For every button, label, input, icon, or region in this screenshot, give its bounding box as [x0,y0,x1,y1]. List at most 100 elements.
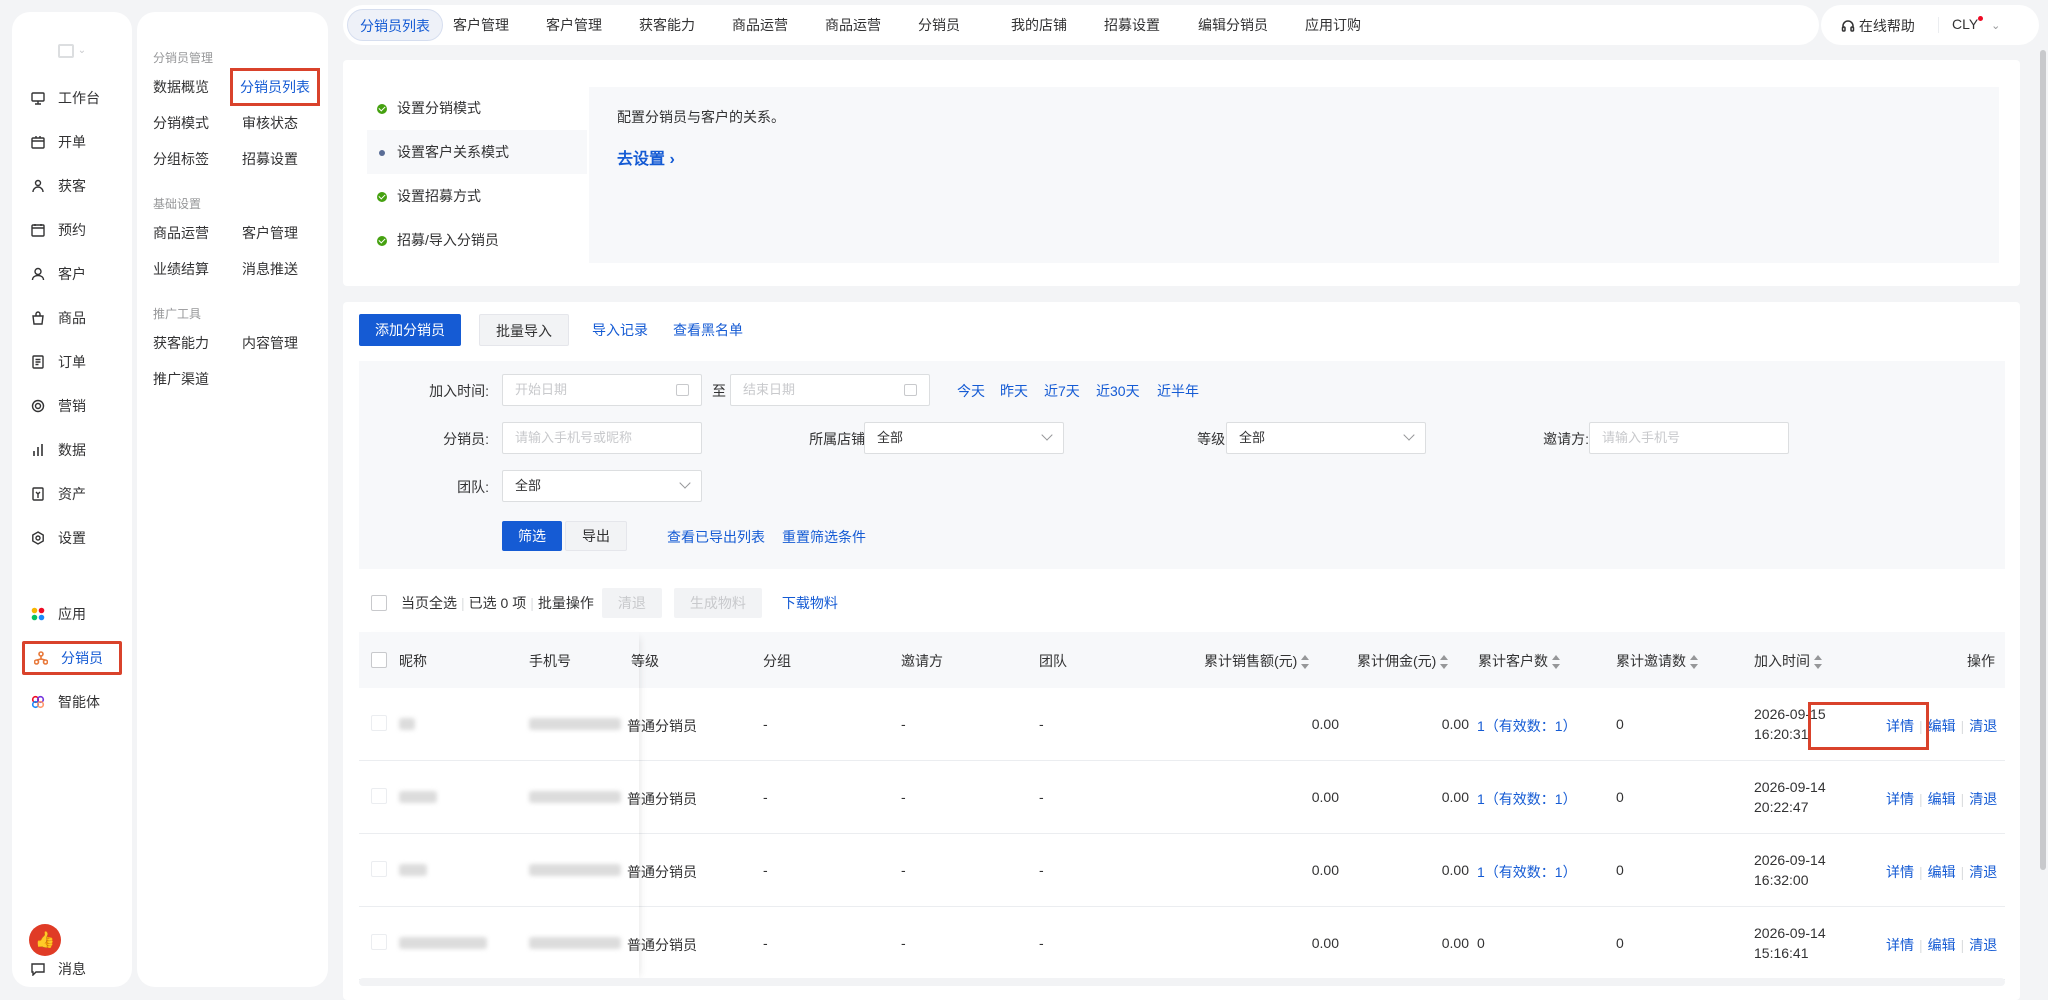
blacklist-link[interactable]: 查看黑名单 [673,320,743,340]
menu-customer-mgmt[interactable]: 客户管理 [242,223,298,243]
distributor-search-input[interactable]: 请输入手机号或昵称 [502,422,702,454]
menu-review-status[interactable]: 审核状态 [242,113,298,133]
retreat-link[interactable]: 清退 [1969,937,1997,953]
nav-data[interactable]: 数据 [22,433,122,467]
menu-goods-ops[interactable]: 商品运营 [153,223,209,243]
nav-label: 订单 [58,354,86,370]
guide-step-current[interactable]: 设置客户关系模式 [367,130,587,174]
view-exported-link[interactable]: 查看已导出列表 [667,527,765,547]
download-material-link[interactable]: 下载物料 [782,593,838,613]
bulk-retreat-button[interactable]: 清退 [601,588,662,618]
go-settings-link[interactable]: 去设置 › [617,145,675,169]
online-help[interactable]: 在线帮助 [1841,16,1915,36]
nav-open-order[interactable]: 开单 [22,125,122,159]
nav-goods[interactable]: 商品 [22,301,122,335]
tab-customer-mgmt-2[interactable]: 客户管理 [534,9,614,41]
select-page-checkbox[interactable] [371,595,387,611]
customers-link[interactable]: 1（有效数：1） [1477,862,1577,882]
col-invites[interactable]: 累计邀请数 [1616,651,1698,671]
quick-7days[interactable]: 近7天 [1044,381,1080,401]
col-commission[interactable]: 累计佣金(元) [1357,651,1449,671]
detail-link[interactable]: 详情 [1886,864,1914,880]
export-button[interactable]: 导出 [565,521,627,551]
nav-customer[interactable]: 客户 [22,257,122,291]
start-date-input[interactable]: 开始日期 [502,374,702,406]
nav-agent[interactable]: 智能体 [22,685,122,719]
quick-30days[interactable]: 近30天 [1096,381,1140,401]
nav-apps[interactable]: 应用 [22,597,122,631]
edit-link[interactable]: 编辑 [1928,791,1956,807]
row-checkbox[interactable] [371,715,387,731]
nav-distributor[interactable]: 分销员 [22,641,122,675]
import-log-link[interactable]: 导入记录 [592,320,648,340]
menu-recruit-settings[interactable]: 招募设置 [242,149,298,169]
level-select[interactable]: 全部 [1226,422,1426,454]
nav-messages[interactable]: 消息 [22,952,122,986]
quick-yesterday[interactable]: 昨天 [1000,381,1028,401]
menu-content-mgmt[interactable]: 内容管理 [242,333,298,353]
col-join-time[interactable]: 加入时间 [1754,651,1822,671]
col-sales[interactable]: 累计销售额(元) [1204,651,1310,671]
tab-distributor-list[interactable]: 分销员列表 [347,9,443,41]
nav-settings[interactable]: 设置 [22,521,122,555]
vertical-scrollbar[interactable] [2040,50,2046,870]
tab-goods-ops[interactable]: 商品运营 [720,9,800,41]
add-distributor-button[interactable]: 添加分销员 [359,314,461,346]
row-checkbox[interactable] [371,861,387,877]
end-date-input[interactable]: 结束日期 [730,374,930,406]
edit-link[interactable]: 编辑 [1928,937,1956,953]
detail-link[interactable]: 详情 [1886,791,1914,807]
tab-customer-mgmt[interactable]: 客户管理 [441,9,521,41]
nav-workbench[interactable]: 工作台 [22,81,122,115]
menu-promo-channel[interactable]: 推广渠道 [153,369,209,389]
quick-half-year[interactable]: 近半年 [1157,381,1199,401]
quick-today[interactable]: 今天 [957,381,985,401]
detail-link[interactable]: 详情 [1886,937,1914,953]
customers-link[interactable]: 1（有效数：1） [1477,716,1577,736]
placeholder: 请输入手机号 [1602,430,1681,445]
tab-my-store[interactable]: 我的店铺 [999,9,1079,41]
nav-orders[interactable]: 订单 [22,345,122,379]
guide-step[interactable]: 设置招募方式 [367,174,481,218]
tab-goods-ops-2[interactable]: 商品运营 [813,9,893,41]
menu-message-push[interactable]: 消息推送 [242,259,298,279]
tab-recruit-settings[interactable]: 招募设置 [1092,9,1172,41]
edit-link[interactable]: 编辑 [1928,718,1956,734]
nav-marketing[interactable]: 营销 [22,389,122,423]
menu-settlement[interactable]: 业绩结算 [153,259,209,279]
tab-distributor[interactable]: 分销员 [906,9,972,41]
store-switcher[interactable]: ⌄ [12,42,132,76]
reset-filter-link[interactable]: 重置筛选条件 [782,527,866,547]
row-checkbox[interactable] [371,788,387,804]
filter-button[interactable]: 筛选 [502,521,562,551]
bulk-generate-button[interactable]: 生成物料 [673,588,762,618]
col-customers[interactable]: 累计客户数 [1478,651,1560,671]
retreat-link[interactable]: 清退 [1969,791,1997,807]
tab-app-subscribe[interactable]: 应用订购 [1293,9,1373,41]
tab-acquire[interactable]: 获客能力 [627,9,707,41]
guide-step[interactable]: 设置分销模式 [367,86,481,130]
team-select[interactable]: 全部 [502,470,702,502]
retreat-link[interactable]: 清退 [1969,718,1997,734]
batch-import-button[interactable]: 批量导入 [479,314,569,346]
nav-asset[interactable]: 资产 [22,477,122,511]
edit-link[interactable]: 编辑 [1928,864,1956,880]
horizontal-scrollbar[interactable] [359,978,2005,986]
retreat-link[interactable]: 清退 [1969,864,1997,880]
nav-label: 数据 [58,442,86,458]
menu-acquire-ability[interactable]: 获客能力 [153,333,209,353]
user-menu[interactable]: CLY ⌄ [1952,16,2000,32]
nav-acquire[interactable]: 获客 [22,169,122,203]
customers-link[interactable]: 1（有效数：1） [1477,789,1577,809]
menu-distribution-mode[interactable]: 分销模式 [153,113,209,133]
tab-edit-distributor[interactable]: 编辑分销员 [1186,9,1280,41]
menu-data-overview[interactable]: 数据概览 [153,77,209,97]
store-select[interactable]: 全部 [864,422,1064,454]
row-checkbox[interactable] [371,934,387,950]
menu-distributor-list[interactable]: 分销员列表 [230,68,320,106]
menu-group-tags[interactable]: 分组标签 [153,149,209,169]
select-all-checkbox[interactable] [371,652,387,668]
nav-booking[interactable]: 预约 [22,213,122,247]
guide-step[interactable]: 招募/导入分销员 [367,218,499,262]
inviter-input[interactable]: 请输入手机号 [1589,422,1789,454]
